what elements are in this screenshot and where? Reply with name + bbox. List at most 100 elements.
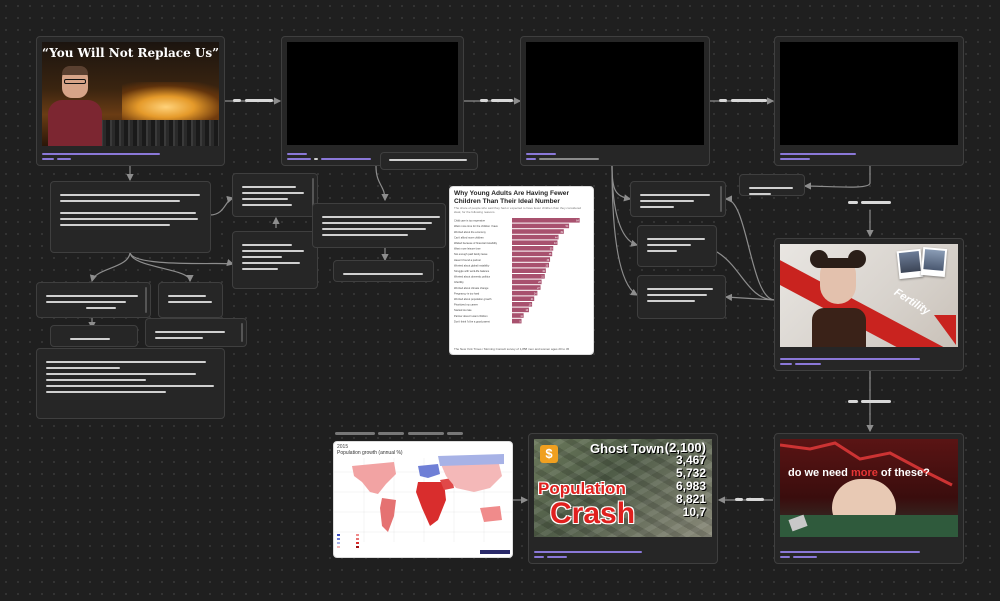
chart-bar <box>512 257 551 262</box>
chart-category-label: Started too late <box>454 308 472 312</box>
node-ghost-town-image[interactable]: $ Ghost Town (2,100) 3,467 5,732 6,983 8,821… <box>528 433 718 564</box>
woman-figure <box>810 250 868 347</box>
chart-title: Why Young Adults Are Having Fewer Childr… <box>454 190 570 205</box>
node-replace-us-image[interactable]: “You Will Not Replace Us” <box>36 36 225 166</box>
edge-label <box>746 498 764 501</box>
node-baby-image[interactable]: do we need more of these? <box>774 433 964 564</box>
africa <box>416 482 446 526</box>
chart-category-label: Prioritized my career <box>454 303 478 307</box>
edge-label <box>719 99 727 102</box>
text-node-center[interactable] <box>312 203 446 248</box>
edge-label <box>335 432 375 435</box>
edge-video2-fan-1 <box>611 165 632 202</box>
edge-label <box>735 498 743 501</box>
chart-bar <box>512 229 564 234</box>
chart-category-label: Worried about population growth <box>454 297 492 301</box>
chart-bar <box>512 240 558 246</box>
edge-main-fan-3 <box>129 251 235 267</box>
north-america <box>352 462 396 494</box>
arrow-head <box>934 315 956 345</box>
chart-category-label: Can't afford more children <box>454 236 484 240</box>
dollar-icon: $ <box>540 445 558 463</box>
person-figure <box>48 66 102 146</box>
text-node-left-long[interactable] <box>36 348 225 419</box>
chart-category-label: Worried about climate change <box>454 286 489 290</box>
text-node-center-small[interactable] <box>333 260 434 282</box>
text-node-left-a[interactable] <box>36 282 151 318</box>
node-video-1-note[interactable] <box>380 152 478 170</box>
edge-label <box>848 400 858 403</box>
node-video-2[interactable] <box>520 36 710 166</box>
chart-category-label: Struggle with work-life balance <box>454 269 490 273</box>
ghost-town-numbers: (2,100) 3,467 5,732 6,983 8,821 10,7 <box>665 441 706 519</box>
node-video-3[interactable] <box>774 36 964 166</box>
edge-fert-to-box1 <box>724 195 776 301</box>
chart-category-label: Infertility <box>454 280 464 284</box>
polaroid-1 <box>896 248 924 280</box>
chart-category-label: Want more leisure time <box>454 247 481 251</box>
edge-label <box>233 99 241 102</box>
text-node-left-d[interactable] <box>145 318 247 347</box>
text-node-upper-box[interactable] <box>232 173 318 217</box>
replace-us-thumbnail: “You Will Not Replace Us” <box>42 42 219 146</box>
edge-video1-to-text <box>375 165 389 202</box>
edge-main-fan-1 <box>89 251 131 283</box>
text-node-right-c[interactable] <box>637 275 726 319</box>
chart-bar <box>512 251 553 257</box>
text-node-right-label[interactable] <box>739 174 805 196</box>
chart-category-label: Partner doesn't want children <box>454 314 488 318</box>
node-meta <box>287 150 371 160</box>
chart-category-label: Child care is too expensive <box>454 219 486 223</box>
video-3-player[interactable] <box>780 42 958 145</box>
south-america <box>380 498 396 532</box>
node-meta <box>42 150 160 160</box>
chart-category-label: Waited because of financial instability <box>454 241 498 245</box>
edge-label <box>378 432 404 435</box>
chart-category-label: Worried about global instability <box>454 264 490 268</box>
edge-label <box>408 432 444 435</box>
fertility-banner-text: Fertility <box>891 286 932 318</box>
chart-bar <box>512 274 545 279</box>
world-map-graphic <box>334 454 512 554</box>
node-meta <box>780 548 920 558</box>
chart-category-label: Don't think I'd be a good parent <box>454 320 490 324</box>
edge-main-fan-2 <box>129 251 194 283</box>
text-node-main[interactable] <box>50 181 211 253</box>
chart-subtitle: The share of people who said they had or… <box>454 206 582 214</box>
chart-node[interactable]: Why Young Adults Are Having Fewer Childr… <box>449 186 594 355</box>
ghost-town-thumbnail: $ Ghost Town (2,100) 3,467 5,732 6,983 8,821… <box>534 439 712 537</box>
chart-category-label: Worried about domestic politics <box>454 275 491 279</box>
chart-category-label: Pregnancy is too hard <box>454 292 480 296</box>
fertility-thumbnail: Fertility <box>780 244 958 347</box>
edge-fert-to-box3 <box>724 293 776 301</box>
chart-category-label: Not enough paid family leave <box>454 252 488 256</box>
bar-chart: Child care is too expensive 64Want more t… <box>454 218 580 324</box>
population-headline: Population <box>538 479 626 498</box>
video-2-player[interactable] <box>526 42 704 145</box>
video-1-player[interactable] <box>287 42 458 145</box>
text-node-lower-box[interactable] <box>232 231 318 289</box>
text-node-right-b[interactable] <box>637 225 717 267</box>
node-video-1[interactable] <box>281 36 464 166</box>
polaroid-2 <box>920 247 948 277</box>
text-node-left-c[interactable] <box>50 325 138 347</box>
node-world-map[interactable]: 2015 Population growth (annual %) <box>333 441 513 558</box>
ghost-town-title: Ghost Town <box>590 441 665 456</box>
edge-label <box>861 201 891 204</box>
node-meta <box>780 355 920 365</box>
edge-text-to-box <box>209 195 235 216</box>
edge-label <box>447 432 463 435</box>
edge-label <box>491 99 513 102</box>
replace-us-caption: “You Will Not Replace Us” <box>42 46 219 60</box>
baby-caption: do we need more of these? <box>788 467 930 479</box>
chart-category-label: Worried about the economy <box>454 230 487 234</box>
node-fertility-image[interactable]: Fertility <box>774 238 964 371</box>
chart-source: The New York Times / Morning Consult sur… <box>454 347 570 351</box>
text-node-left-b[interactable] <box>158 282 223 318</box>
chart-category-label: Want more time for the children I have <box>454 224 498 228</box>
baby-thumbnail: do we need more of these? <box>780 439 958 537</box>
chart-bar <box>512 262 549 268</box>
australia <box>480 506 502 522</box>
node-meta <box>526 150 599 160</box>
text-node-right-a[interactable] <box>630 181 726 217</box>
